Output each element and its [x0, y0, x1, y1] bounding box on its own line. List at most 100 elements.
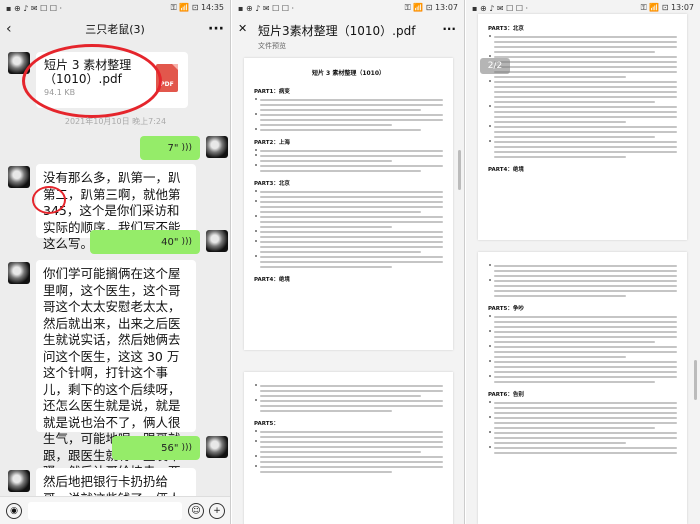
pdf-preview-panel-page2: ▪ ⊕ ♪ ✉ ☐ ☐ · ⚿ 📶 ⊡ 13:07 PART3：北京 PART4…: [466, 0, 700, 524]
text-line: [494, 86, 677, 88]
text-line: [260, 160, 393, 162]
doc-title: 短片3素材整理（1010）.pdf: [258, 24, 416, 38]
text-line: [494, 131, 677, 133]
text-line: [489, 125, 677, 128]
scrollbar[interactable]: [694, 360, 697, 400]
text-line: [489, 315, 677, 318]
sender-avatar[interactable]: [8, 470, 30, 492]
text-line: [255, 149, 443, 152]
pdf-page[interactable]: PART5：: [244, 372, 453, 524]
message-input[interactable]: [28, 501, 182, 520]
text-message[interactable]: 你们学可能搁俩在这个屋里啊，这个医生，这个哥哥这个太太安慰老太太，然后就出来，出…: [36, 260, 196, 524]
text-line: [255, 384, 443, 387]
pdf-page[interactable]: PART3：北京 PART4：绝境: [478, 14, 687, 240]
text-line: [494, 275, 677, 277]
text-line: [489, 140, 677, 143]
text-line: [494, 41, 677, 43]
text-line: [494, 111, 677, 113]
text-line: [494, 437, 677, 439]
voice-wave-icon: ))): [181, 143, 192, 153]
text-line: [260, 261, 443, 263]
scrollbar[interactable]: [458, 150, 461, 190]
text-line: [494, 121, 627, 123]
more-icon[interactable]: ···: [204, 21, 224, 37]
pdf-page[interactable]: PART5：争吵 PART6：告别: [478, 252, 687, 524]
text-line: [494, 61, 677, 63]
chat-title: 三只老鼠(3): [85, 23, 145, 36]
text-line: [489, 55, 677, 58]
plus-icon[interactable]: +: [209, 502, 225, 519]
chat-panel: ▪ ⊕ ♪ ✉ ☐ ☐ · ⚿ 📶 ⊡ 14:35 ‹ 三只老鼠(3) ··· …: [0, 0, 231, 524]
part-heading: PART5：争吵: [488, 306, 524, 312]
annotation-circle: [32, 186, 66, 214]
text-line: [494, 326, 677, 328]
text-line: [494, 51, 655, 53]
sender-avatar[interactable]: [8, 262, 30, 284]
voice-wave-icon: ))): [181, 443, 192, 453]
text-line: [255, 430, 443, 433]
part-heading: PART3：北京: [488, 26, 524, 32]
text-line: [494, 351, 677, 353]
part-heading: PART6：告别: [488, 392, 524, 398]
text-line: [260, 461, 443, 463]
text-line: [494, 156, 627, 158]
text-line: [260, 451, 421, 453]
voice-message[interactable]: 7"))): [140, 136, 200, 160]
text-line: [260, 471, 393, 473]
my-avatar[interactable]: [206, 436, 228, 458]
close-icon[interactable]: ✕: [238, 22, 247, 35]
voice-input-icon[interactable]: ◉: [6, 502, 22, 519]
text-line: [255, 164, 443, 167]
text-line: [494, 101, 655, 103]
text-line: [260, 226, 393, 228]
text-line: [260, 246, 443, 248]
text-line: [494, 295, 627, 297]
emoji-icon[interactable]: ☺: [188, 502, 204, 519]
text-line: [489, 431, 677, 434]
part-heading: PART2：上海: [254, 140, 290, 146]
pdf-preview-panel: ▪ ⊕ ♪ ✉ ☐ ☐ · ⚿ 📶 ⊡ 13:07 ✕ 短片3素材整理（1010…: [232, 0, 465, 524]
text-line: [255, 255, 443, 258]
text-line: [489, 330, 677, 333]
text-line: [255, 154, 443, 157]
my-avatar[interactable]: [206, 230, 228, 252]
text-line: [255, 440, 443, 443]
status-bar: ▪ ⊕ ♪ ✉ ☐ ☐ · ⚿ 📶 ⊡ 14:35: [0, 0, 230, 16]
my-avatar[interactable]: [206, 136, 228, 158]
text-line: [489, 35, 677, 38]
doc-header: ✕ 短片3素材整理（1010）.pdf 文件预览 ···: [232, 16, 464, 52]
pdf-page[interactable]: 短片 3 素材整理（1010） PART1：病变 PART2：上海 PART3：…: [244, 58, 453, 350]
text-line: [494, 407, 677, 409]
text-line: [255, 215, 443, 218]
text-line: [494, 270, 677, 272]
text-line: [494, 366, 677, 368]
text-line: [255, 399, 443, 402]
text-line: [260, 124, 393, 126]
annotation-circle: [22, 44, 162, 118]
text-line: [494, 336, 677, 338]
text-line: [255, 128, 421, 131]
text-line: [255, 455, 443, 458]
text-line: [260, 109, 421, 111]
text-line: [494, 381, 655, 383]
text-line: [489, 105, 677, 108]
text-line: [494, 136, 655, 138]
pdf-page-title: 短片 3 素材整理（1010）: [311, 70, 386, 77]
text-line: [494, 452, 677, 454]
text-line: [489, 345, 677, 348]
text-line: [494, 321, 677, 323]
more-icon[interactable]: ···: [442, 22, 456, 36]
text-line: [489, 446, 677, 449]
text-line: [255, 98, 443, 101]
back-icon[interactable]: ‹: [6, 21, 26, 37]
text-line: [260, 170, 421, 172]
voice-message[interactable]: 40"))): [90, 230, 200, 254]
status-right: ⚿ 📶 ⊡ 13:07: [404, 3, 458, 12]
text-line: [255, 200, 443, 203]
text-line: [260, 236, 443, 238]
text-line: [494, 146, 677, 148]
voice-message[interactable]: 56"))): [112, 436, 200, 460]
text-line: [260, 405, 443, 407]
sender-avatar[interactable]: [8, 166, 30, 188]
text-line: [494, 356, 627, 358]
